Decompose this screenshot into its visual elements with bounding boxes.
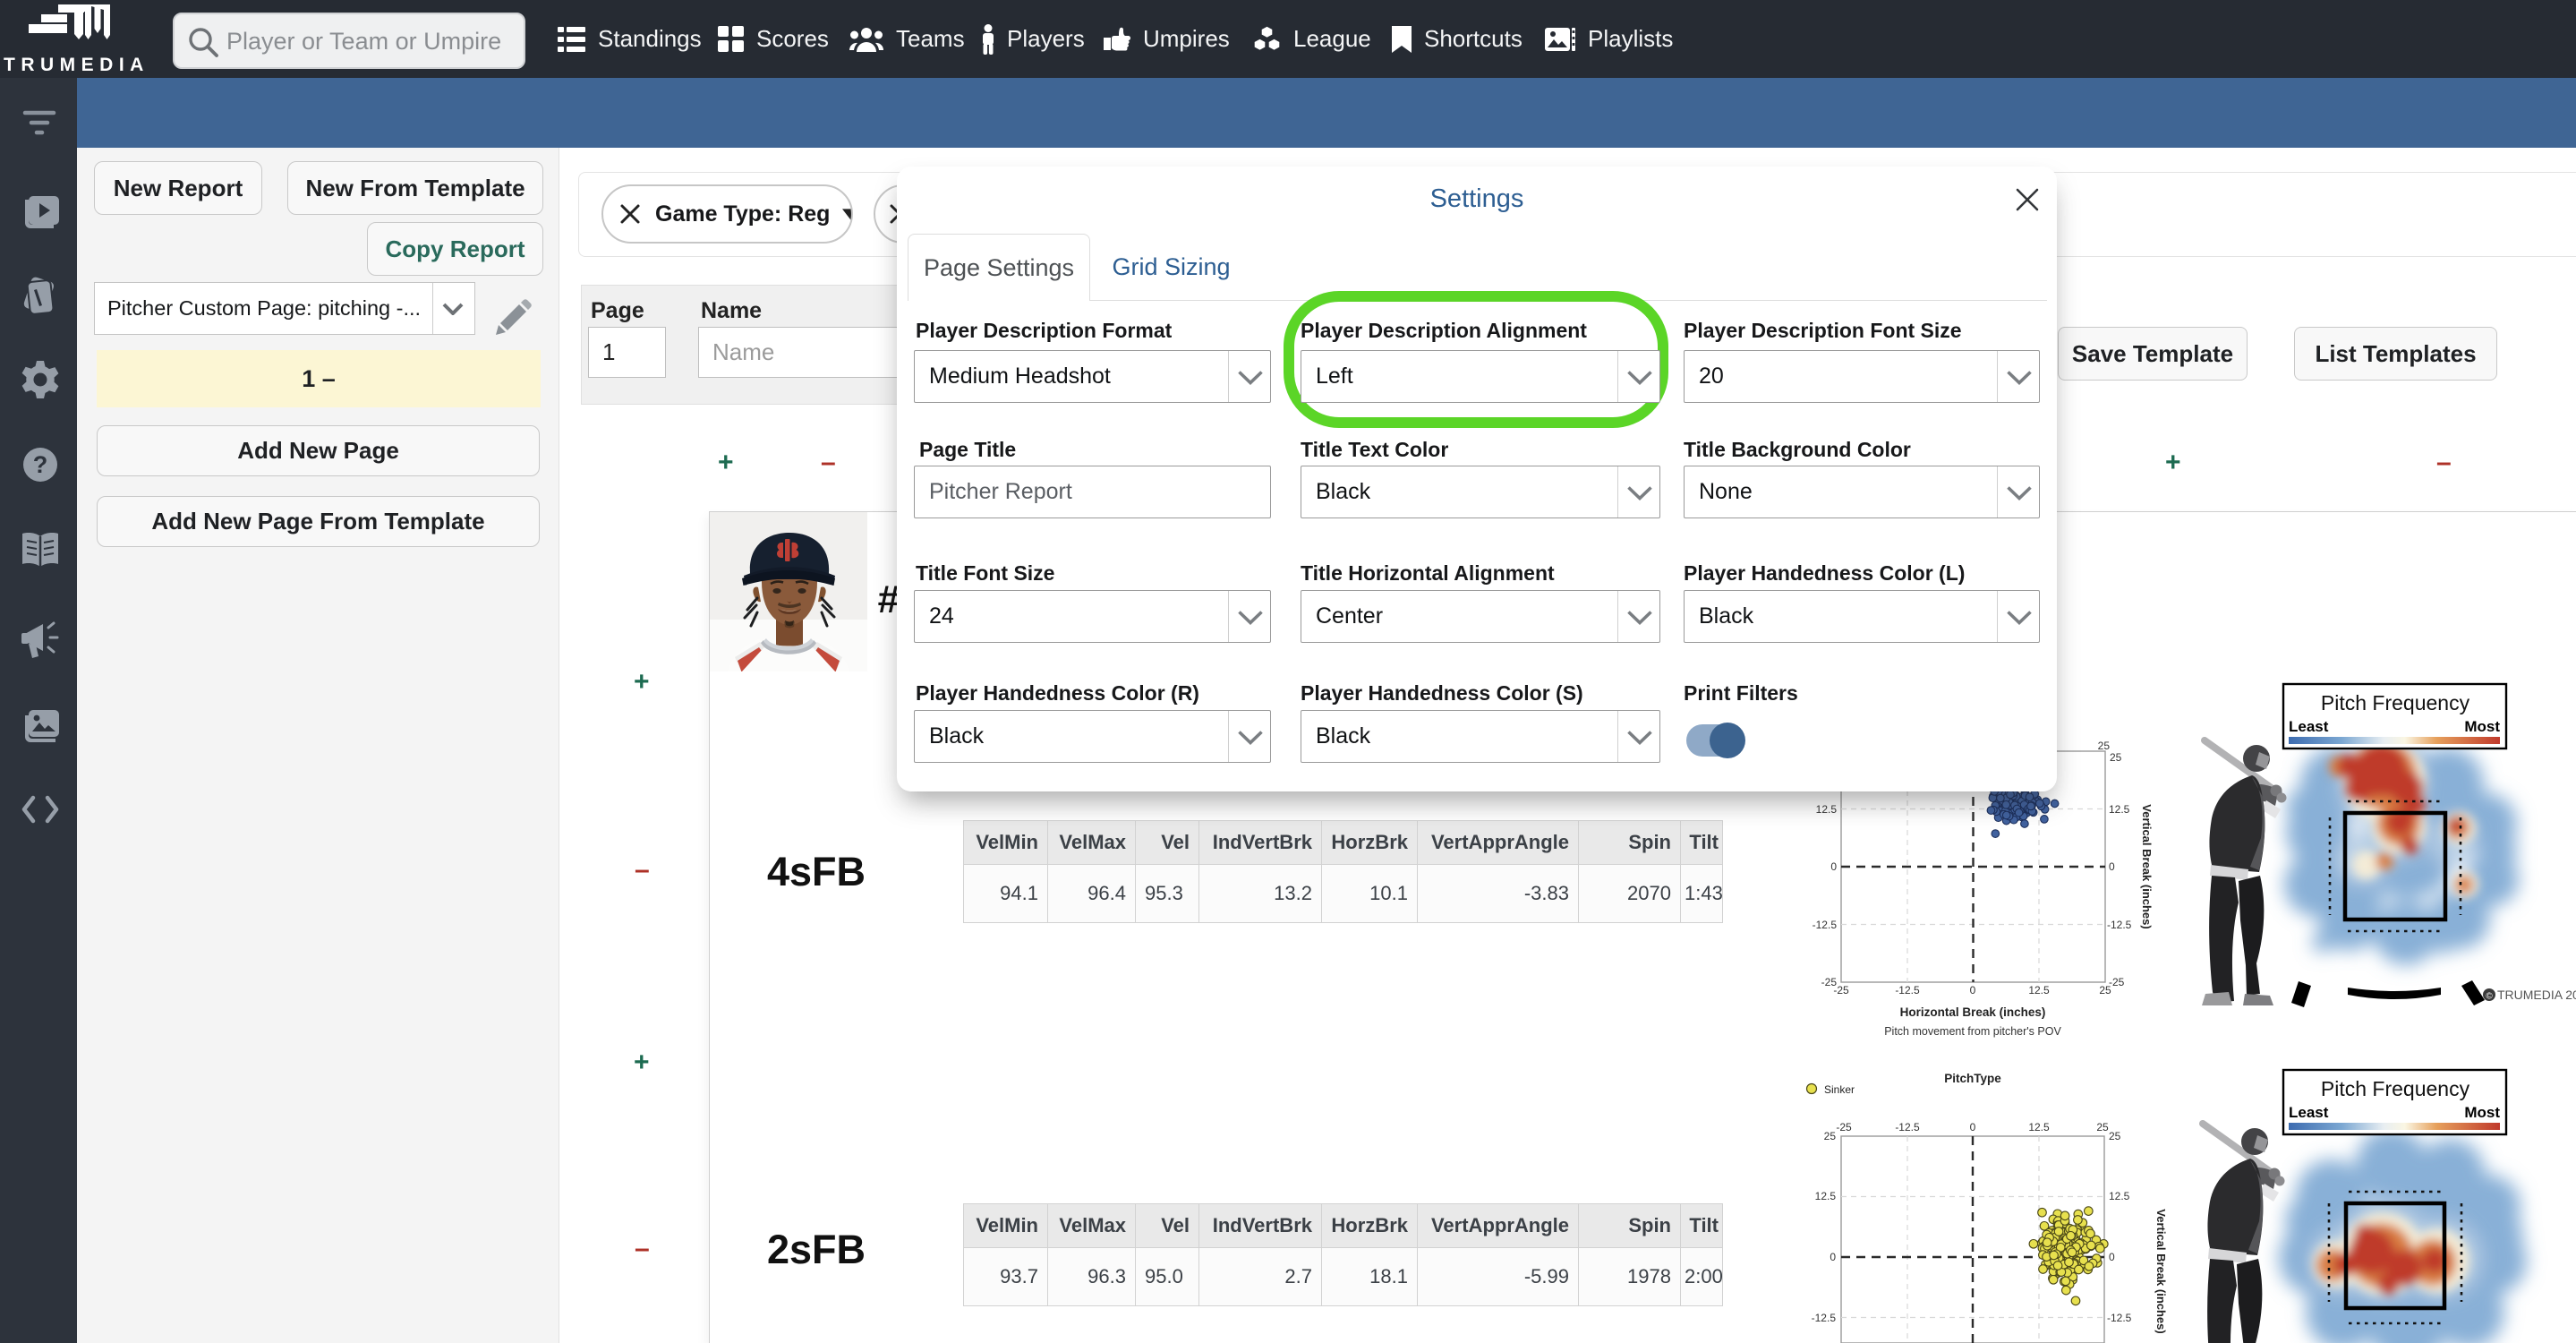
svg-text:12.5: 12.5 <box>2109 1190 2130 1202</box>
svg-text:Least: Least <box>2289 1104 2329 1121</box>
svg-text:12.5: 12.5 <box>1815 1190 1837 1202</box>
svg-text:25: 25 <box>1824 1130 1837 1142</box>
svg-text:Vertical Break (inches): Vertical Break (inches) <box>2154 1209 2168 1333</box>
svg-text:12.5: 12.5 <box>2028 984 2050 997</box>
svg-text:Pitch movement from pitcher's: Pitch movement from pitcher's POV <box>1884 1025 2061 1038</box>
svg-text:TRUMEDIA 2024: TRUMEDIA 2024 <box>2497 988 2576 1002</box>
svg-text:-12.5: -12.5 <box>1813 919 1838 931</box>
svg-text:25: 25 <box>2099 984 2111 997</box>
svg-text:-12.5: -12.5 <box>1812 1312 1837 1324</box>
svg-text:0: 0 <box>1830 1251 1836 1263</box>
svg-text:PitchType: PitchType <box>1944 1072 2001 1085</box>
svg-text:0: 0 <box>1970 1121 1976 1133</box>
svg-text:-12.5: -12.5 <box>2107 1312 2132 1324</box>
svg-text:12.5: 12.5 <box>2028 1121 2050 1133</box>
svg-text:25: 25 <box>2110 751 2122 764</box>
svg-text:Vertical Break (inches): Vertical Break (inches) <box>2140 804 2154 928</box>
svg-text:?: ? <box>33 451 48 478</box>
svg-text:Sinker: Sinker <box>1824 1083 1855 1096</box>
svg-text:12.5: 12.5 <box>2109 803 2130 816</box>
svg-text:25: 25 <box>2109 1130 2121 1142</box>
svg-text:0: 0 <box>2109 1251 2115 1263</box>
svg-text:25: 25 <box>2096 1121 2109 1133</box>
svg-text:Horizontal Break (inches): Horizontal Break (inches) <box>1900 1005 2046 1019</box>
svg-text:0: 0 <box>2109 860 2115 873</box>
svg-text:-12.5: -12.5 <box>1895 1121 1920 1133</box>
svg-text:©: © <box>2486 992 2493 1002</box>
svg-text:0: 0 <box>1830 860 1837 873</box>
svg-text:-25: -25 <box>1833 984 1849 997</box>
svg-text:0: 0 <box>1970 984 1976 997</box>
svg-text:Most: Most <box>2464 1104 2500 1121</box>
svg-text:25: 25 <box>2098 740 2111 752</box>
svg-text:-12.5: -12.5 <box>1895 984 1920 997</box>
svg-text:-25: -25 <box>1836 1121 1852 1133</box>
svg-text:12.5: 12.5 <box>1816 803 1838 816</box>
svg-text:Pitch Frequency: Pitch Frequency <box>2321 1077 2470 1100</box>
svg-text:-12.5: -12.5 <box>2107 919 2132 931</box>
